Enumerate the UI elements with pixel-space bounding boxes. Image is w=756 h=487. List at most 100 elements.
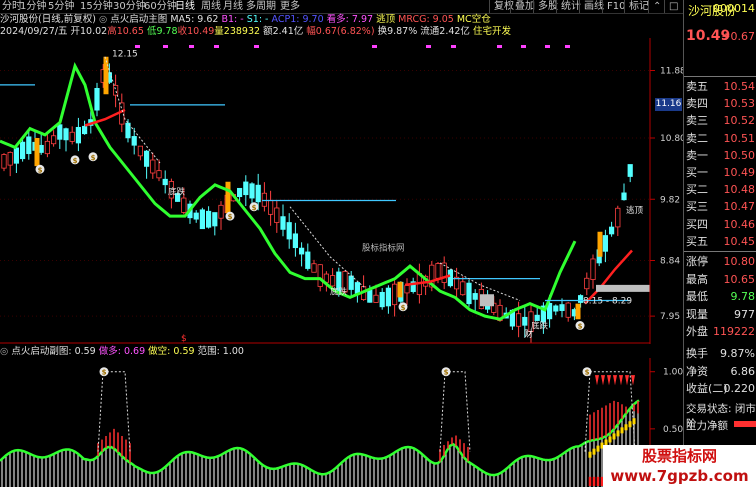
candle-body bbox=[261, 192, 268, 207]
tab-daily[interactable]: 日线 bbox=[175, 0, 195, 13]
highlight-candle bbox=[225, 181, 231, 213]
tab-5min[interactable]: 5分钟 bbox=[48, 0, 74, 13]
dotted-box bbox=[439, 371, 471, 452]
stat-row: 换手 9.87% bbox=[686, 345, 756, 363]
money-bag-symbol: $ bbox=[444, 369, 449, 377]
chevron-up-icon[interactable]: ⌃ bbox=[648, 0, 665, 13]
gray-band bbox=[480, 294, 494, 307]
window-restore-icon[interactable]: □ bbox=[664, 0, 682, 13]
candle-body bbox=[329, 275, 336, 287]
site-watermark: 股票指标网 www.7gpzb.com bbox=[603, 445, 756, 487]
stat-row: 涨停 10.80 bbox=[686, 253, 756, 271]
stat-value: 10.65 bbox=[723, 272, 756, 286]
bid-row[interactable]: 买三 10.47 bbox=[686, 198, 756, 216]
tab-15min[interactable]: 15分钟 bbox=[80, 0, 113, 13]
ma5-value: MA5: 9.62 bbox=[170, 14, 219, 25]
arrow-down-icon bbox=[625, 375, 629, 386]
dotted-line bbox=[104, 56, 161, 164]
sub-indicator-name[interactable]: 点火启动副图 bbox=[11, 346, 68, 357]
bid-row[interactable]: 买一 10.49 bbox=[686, 164, 756, 182]
candle-body bbox=[137, 145, 143, 157]
candle-body bbox=[280, 216, 286, 230]
candle-body bbox=[472, 293, 478, 300]
candle-body bbox=[19, 141, 26, 160]
circle-icon: ◎ bbox=[98, 14, 108, 25]
yellow-step bbox=[588, 451, 592, 458]
indicator-name[interactable]: 点火启动主图 bbox=[110, 14, 167, 25]
order-level-label: 卖三 bbox=[686, 114, 708, 128]
candle-body bbox=[534, 314, 540, 321]
candle-body bbox=[354, 282, 361, 294]
yellow-step bbox=[596, 445, 600, 452]
bear-value: 做空: 0.59 bbox=[148, 346, 195, 357]
order-price: 10.47 bbox=[723, 200, 756, 214]
tab-multi-period[interactable]: 多周期 bbox=[246, 0, 276, 13]
ask-row[interactable]: 卖二 10.51 bbox=[686, 130, 756, 148]
price-chart[interactable]: $$ $$$$$12.158.15 - 8.29股标指标网底跌底跌底跌逃顶财$ 1… bbox=[0, 38, 683, 344]
price-axis-label: 10.80 bbox=[660, 134, 683, 144]
signal-label: 底跌 bbox=[531, 321, 549, 332]
volume-value: 量238932 bbox=[214, 26, 261, 37]
candle-body bbox=[1, 154, 7, 169]
signal-label: 逃顶 bbox=[626, 205, 644, 216]
order-price: 10.48 bbox=[723, 183, 756, 197]
candle-body bbox=[13, 147, 19, 164]
order-level-label: 卖四 bbox=[686, 97, 708, 111]
candle-body bbox=[274, 207, 280, 223]
bid-row[interactable]: 买二 10.48 bbox=[686, 181, 756, 199]
xi-value: 看多: 7.97 bbox=[326, 14, 374, 25]
order-level-label: 卖二 bbox=[686, 131, 708, 145]
tab-1min[interactable]: 1分钟 bbox=[20, 0, 46, 13]
acp1-value: ACP1: 9.70 bbox=[271, 14, 324, 25]
tab-30min[interactable]: 30分钟 bbox=[113, 0, 146, 13]
candle-body bbox=[311, 263, 317, 273]
candle-body bbox=[44, 140, 51, 155]
bid-row[interactable]: 买五 10.45 bbox=[686, 233, 756, 251]
stat-row: 外盘 119222 bbox=[686, 323, 756, 341]
sub-axis-label: 0.50 bbox=[663, 425, 683, 435]
order-level-label: 买一 bbox=[686, 166, 708, 179]
yellow-step bbox=[608, 436, 612, 443]
tab-more[interactable]: 更多 bbox=[280, 0, 300, 13]
arrow-down-icon bbox=[595, 375, 599, 386]
bid-row[interactable]: 买四 10.46 bbox=[686, 216, 756, 234]
stat-label: 最低 bbox=[686, 290, 708, 304]
stat-row: 现量 977 bbox=[686, 306, 756, 324]
signal-dash bbox=[372, 45, 377, 48]
open-value: 开10.02 bbox=[70, 26, 108, 37]
tab-monthly[interactable]: 月线 bbox=[223, 0, 243, 13]
ask-row[interactable]: 卖一 10.50 bbox=[686, 147, 756, 165]
signal-dash bbox=[189, 45, 194, 48]
change-value: 幅0.67(6.82%) bbox=[306, 26, 375, 37]
cai-label: 财 bbox=[524, 328, 533, 340]
order-price: 10.52 bbox=[723, 114, 756, 128]
ask-row[interactable]: 卖三 10.52 bbox=[686, 112, 756, 130]
candle-body bbox=[212, 212, 218, 227]
money-bag-symbol: $ bbox=[401, 304, 406, 312]
candle-body bbox=[218, 204, 224, 219]
candle-body bbox=[584, 277, 590, 290]
money-bag-symbol: $ bbox=[578, 323, 583, 331]
candle-body bbox=[298, 247, 305, 255]
tab-60min[interactable]: 60分钟 bbox=[144, 0, 177, 13]
ask-row[interactable]: 卖四 10.53 bbox=[686, 95, 756, 113]
highlight-candle bbox=[575, 303, 581, 320]
tab-weekly[interactable]: 周线 bbox=[201, 0, 221, 13]
trend-line-green bbox=[0, 62, 577, 321]
candle-body bbox=[590, 258, 596, 280]
yellow-step bbox=[592, 448, 596, 455]
candle-body bbox=[205, 210, 212, 228]
signal-dash bbox=[497, 45, 502, 48]
ask-row[interactable]: 卖五 10.54 bbox=[686, 78, 756, 96]
candle-body bbox=[243, 181, 249, 196]
yellow-step bbox=[628, 421, 632, 428]
candle-body bbox=[441, 262, 447, 283]
order-level-label: 买五 bbox=[686, 234, 708, 248]
range-value: 范围: 1.00 bbox=[197, 346, 244, 357]
sub-indicator-chart[interactable]: 1.00 0.50 $ $ $ bbox=[0, 358, 683, 487]
signal-dash bbox=[565, 45, 570, 48]
candle-body bbox=[522, 316, 528, 326]
sub-axis-label: 1.00 bbox=[663, 368, 683, 378]
order-level-label: 买四 bbox=[686, 217, 708, 231]
tab-fenshi[interactable]: 分时 bbox=[2, 0, 22, 13]
